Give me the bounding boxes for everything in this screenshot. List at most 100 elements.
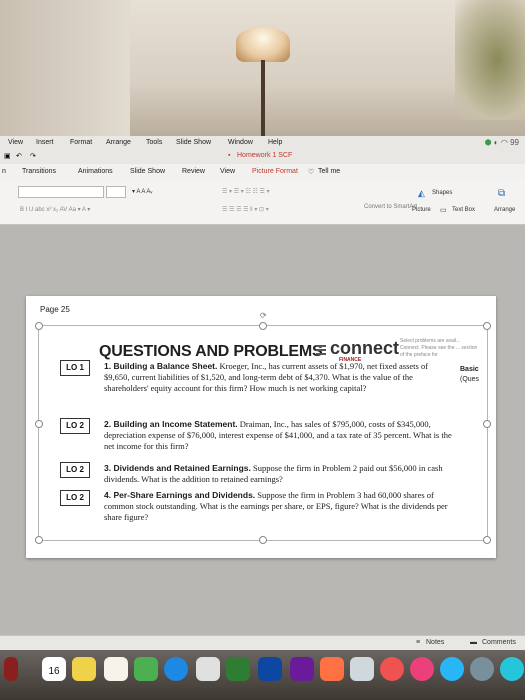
menu-view[interactable]: View [8, 139, 23, 146]
menu-tools[interactable]: Tools [146, 139, 162, 146]
drive-icon[interactable]: ⬢ [485, 138, 492, 147]
redo-icon[interactable]: ↷ [30, 152, 36, 160]
lo-badge: LO 2 [60, 490, 90, 506]
section-heading: QUESTIONS AND PROBLEMS [99, 343, 323, 360]
font-size-select[interactable] [106, 186, 126, 198]
connect-logo: connect [330, 338, 400, 358]
reminders-icon[interactable] [104, 657, 128, 681]
font-size-buttons[interactable]: ▾ A A Aᵥ [132, 188, 152, 195]
tab-tell-me[interactable]: Tell me [318, 168, 340, 175]
status-icons: ⬢ ◐ ◠ 99 [485, 138, 519, 147]
textbox-button[interactable]: Text Box [452, 207, 475, 213]
background-wall [0, 0, 525, 140]
page-label: Page 25 [40, 305, 70, 314]
tab-home[interactable]: n [2, 168, 6, 175]
photos-icon[interactable] [164, 657, 188, 681]
calendar-icon[interactable]: 16 [42, 657, 66, 681]
status-bar: ≡ Notes ▬ Comments [0, 635, 525, 650]
resize-handle-left[interactable] [35, 420, 43, 428]
textbox-icon[interactable]: ▭ [440, 206, 447, 214]
shapes-icon[interactable]: ◭ [418, 188, 425, 199]
question-3: 3. Dividends and Retained Earnings. Supp… [104, 463, 454, 485]
tab-picture-format[interactable]: Picture Format [252, 168, 298, 175]
menu-window[interactable]: Window [228, 139, 253, 146]
ribbon-tabs: n Transitions Animations Slide Show Revi… [0, 164, 525, 181]
wall-shadow [0, 0, 130, 140]
keynote-icon[interactable] [320, 657, 344, 681]
question-4: 4. Per-Share Earnings and Dividends. Sup… [104, 490, 454, 535]
podcasts-icon[interactable] [290, 657, 314, 681]
convert-smartart-button[interactable]: Convert to SmartArt [364, 204, 417, 210]
arrange-button[interactable]: Arrange [494, 207, 515, 213]
rotate-handle-icon[interactable]: ⟳ [260, 311, 267, 320]
resize-handle-right[interactable] [483, 420, 491, 428]
question-title: 3. Dividends and Retained Earnings. [104, 463, 251, 473]
shapes-button[interactable]: Shapes [432, 190, 452, 196]
question-title: 4. Per-Share Earnings and Dividends. [104, 490, 256, 500]
sync-icon[interactable]: ◐ [494, 138, 499, 147]
right-column-line: Basic [460, 366, 479, 373]
right-column-line: (Ques [460, 376, 480, 383]
app-icon[interactable] [4, 657, 18, 681]
format-buttons[interactable]: B I U abc x² x₂ AV Aa ▾ A ▾ [20, 206, 90, 213]
appstore-icon[interactable] [440, 657, 464, 681]
battery-label: 99 [510, 138, 519, 147]
messages-icon[interactable] [196, 657, 220, 681]
list-buttons[interactable]: ☰ ▾ ☰ ▾ ☷ ☷ ☰ ▾ [222, 188, 270, 195]
undo-icon[interactable]: ↶ [16, 152, 22, 160]
settings-icon[interactable] [470, 657, 494, 681]
news-icon[interactable] [380, 657, 404, 681]
safari-icon[interactable] [500, 657, 524, 681]
resize-handle-top[interactable] [259, 322, 267, 330]
itunes-icon[interactable] [258, 657, 282, 681]
preview-icon[interactable] [350, 657, 374, 681]
wifi-icon[interactable]: ◠ [501, 138, 508, 147]
tab-slideshow[interactable]: Slide Show [130, 168, 165, 175]
question-title: 2. Building an Income Statement. [104, 419, 238, 429]
resize-handle-top-left[interactable] [35, 322, 43, 330]
notes-icon[interactable]: ≡ [416, 639, 420, 646]
resize-handle-top-right[interactable] [483, 322, 491, 330]
question-title: 1. Building a Balance Sheet. [104, 361, 218, 371]
lo-badge: LO 2 [60, 462, 90, 478]
maps-icon[interactable] [134, 657, 158, 681]
save-icon[interactable]: ▣ [4, 152, 11, 160]
document-title: Homework 1 SCF [237, 152, 293, 159]
menu-insert[interactable]: Insert [36, 139, 54, 146]
menu-bar: View Insert Format Arrange Tools Slide S… [0, 136, 525, 150]
connect-logo-icon [316, 343, 326, 355]
arrange-icon[interactable]: ⧉ [498, 188, 505, 199]
menu-help[interactable]: Help [268, 139, 282, 146]
comments-icon[interactable]: ▬ [470, 639, 477, 646]
tab-review[interactable]: Review [182, 168, 205, 175]
menu-format[interactable]: Format [70, 139, 92, 146]
facetime-icon[interactable] [226, 657, 250, 681]
resize-handle-bottom[interactable] [259, 536, 267, 544]
resize-handle-bottom-right[interactable] [483, 536, 491, 544]
lo-badge: LO 1 [60, 360, 90, 376]
calendar-day: 16 [48, 666, 60, 677]
plant [455, 0, 525, 120]
menu-slideshow[interactable]: Slide Show [176, 139, 211, 146]
font-name-select[interactable] [18, 186, 104, 198]
question-2: 2. Building an Income Statement. Draiman… [104, 419, 454, 452]
tab-transitions[interactable]: Transitions [22, 168, 56, 175]
comments-button[interactable]: Comments [482, 639, 516, 646]
resize-handle-bottom-left[interactable] [35, 536, 43, 544]
ribbon: ▾ A A Aᵥ B I U abc x² x₂ AV Aa ▾ A ▾ ☰ ▾… [0, 180, 525, 225]
lamp-pole [261, 60, 265, 140]
side-note: Select problems are avail... Connect. Pl… [400, 338, 478, 358]
right-column: Basic (Ques [460, 365, 479, 385]
lo-badge: LO 2 [60, 418, 90, 434]
picture-button[interactable]: Picture [412, 207, 431, 213]
notes-app-icon[interactable] [72, 657, 96, 681]
tab-animations[interactable]: Animations [78, 168, 113, 175]
tell-me-icon[interactable]: ♡ [308, 168, 314, 176]
menu-arrange[interactable]: Arrange [106, 139, 131, 146]
notes-button[interactable]: Notes [426, 639, 444, 646]
tab-view[interactable]: View [220, 168, 235, 175]
align-buttons[interactable]: ☰ ☰ ☰ ☰ ‖ ▾ ⊡ ▾ [222, 206, 269, 213]
document-icon: ▪ [228, 152, 231, 159]
music-icon[interactable] [410, 657, 434, 681]
question-1: 1. Building a Balance Sheet. Kroeger, In… [104, 361, 454, 394]
